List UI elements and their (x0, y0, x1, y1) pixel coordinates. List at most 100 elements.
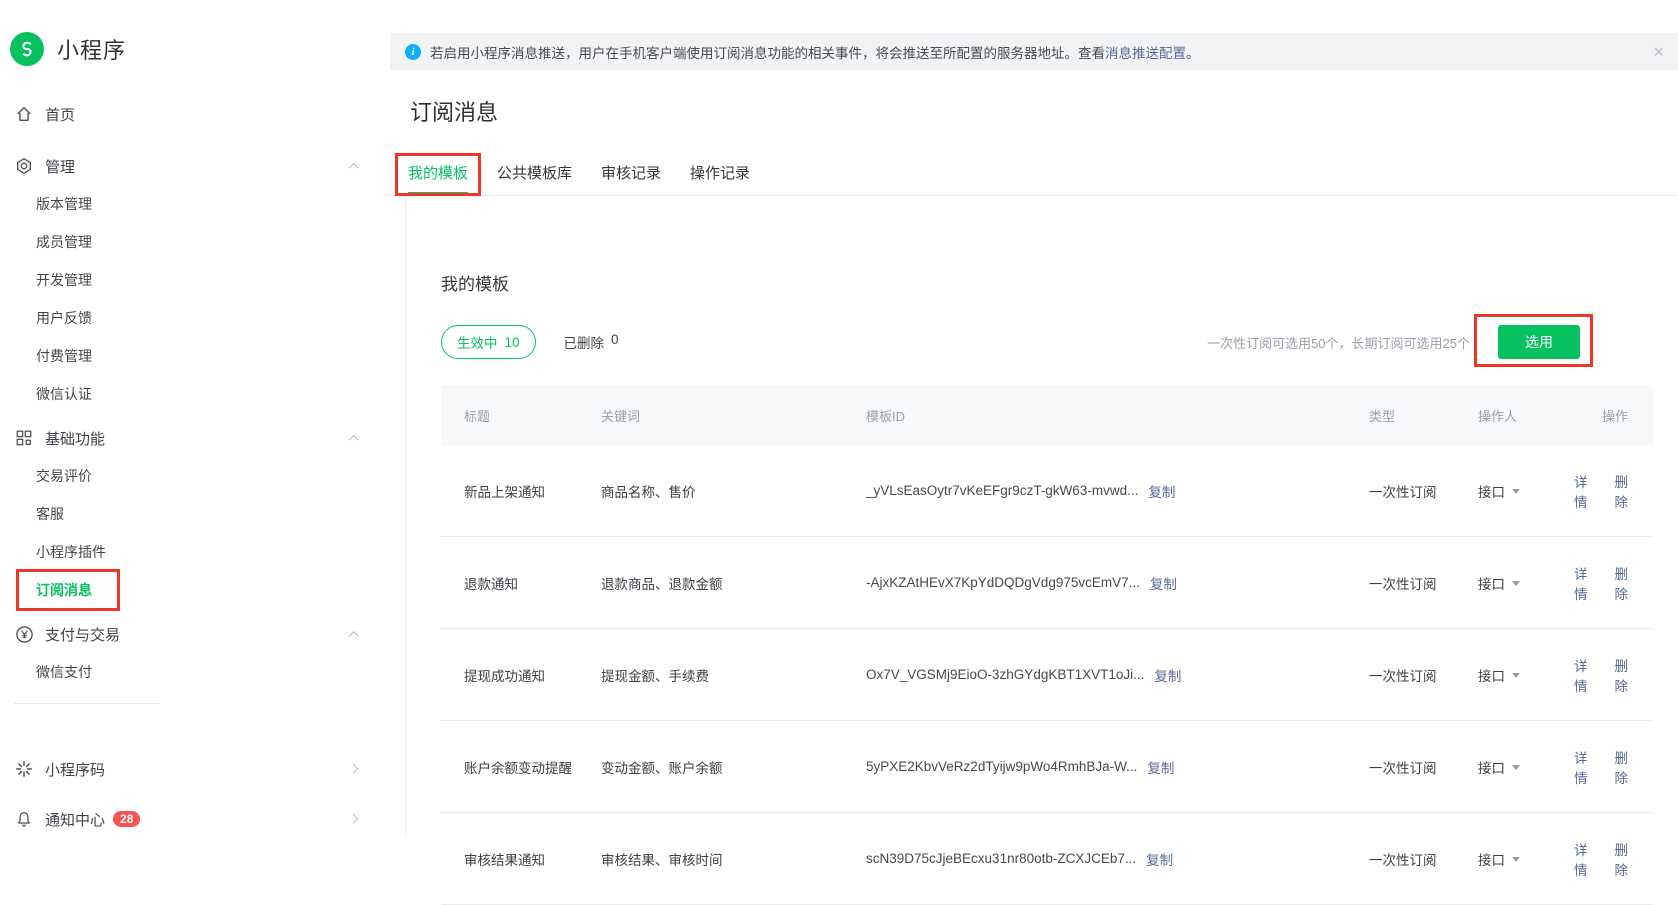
chevron-up-icon (348, 435, 358, 445)
content-panel: 我的模板 生效中 10 已删除 0 一次性订阅可选用50个，长期订阅可选用25个… (405, 196, 1678, 836)
sidebar-divider (14, 703, 160, 704)
tab-operation-records[interactable]: 操作记录 (690, 162, 750, 195)
operator-dropdown[interactable]: 接口 (1478, 573, 1561, 593)
table-row: 账户余额变动提醒 变动金额、账户余额 5yPXE2KbvVeRz2dTyijw9… (441, 721, 1653, 813)
detail-link[interactable]: 详情 (1561, 471, 1588, 511)
header-template-id: 模板ID (866, 406, 1369, 425)
delete-link[interactable]: 删除 (1602, 563, 1629, 603)
chevron-right-icon (348, 814, 358, 824)
sidebar-item-pay-and-trade[interactable]: 支付与交易 (0, 615, 383, 653)
detail-link[interactable]: 详情 (1561, 563, 1588, 603)
select-button[interactable]: 选用 (1498, 325, 1580, 359)
sidebar-item-version-manage[interactable]: 版本管理 (0, 185, 383, 223)
detail-link[interactable]: 详情 (1561, 655, 1588, 695)
detail-link[interactable]: 详情 (1561, 839, 1588, 879)
sidebar-item-subscribe-message[interactable]: 订阅消息 (0, 571, 383, 609)
table-header: 标题 关键词 模板ID 类型 操作人 操作 (441, 385, 1653, 445)
sidebar-item-miniprogram-code[interactable]: 小程序码 (0, 750, 383, 788)
table-row: 提现成功通知 提现金额、手续费 Ox7V_VGSMj9EioO-3zhGYdgK… (441, 629, 1653, 721)
header-type: 类型 (1369, 406, 1478, 425)
template-title: 退款通知 (441, 573, 601, 593)
notification-badge: 28 (113, 811, 140, 827)
template-keywords: 提现金额、手续费 (601, 665, 866, 685)
info-banner: i 若启用小程序消息推送，用户在手机客户端使用订阅消息功能的相关事件，将会推送至… (390, 33, 1678, 70)
copy-link[interactable]: 复制 (1146, 849, 1173, 869)
sidebar-item-customer-service[interactable]: 客服 (0, 495, 383, 533)
operator-dropdown[interactable]: 接口 (1478, 849, 1561, 869)
template-title: 账户余额变动提醒 (441, 757, 601, 777)
sidebar-item-home[interactable]: 首页 (0, 95, 383, 133)
sidebar-item-plugins[interactable]: 小程序插件 (0, 533, 383, 571)
templates-table: 标题 关键词 模板ID 类型 操作人 操作 新品上架通知 商品名称、售价 _yV… (441, 385, 1653, 905)
delete-link[interactable]: 删除 (1602, 839, 1629, 879)
delete-link[interactable]: 删除 (1602, 471, 1629, 511)
chevron-up-icon (348, 631, 358, 641)
delete-link[interactable]: 删除 (1602, 655, 1629, 695)
active-count: 10 (505, 335, 520, 350)
sidebar-item-user-feedback[interactable]: 用户反馈 (0, 299, 383, 337)
copy-link[interactable]: 复制 (1154, 665, 1181, 685)
caret-down-icon (1512, 581, 1520, 586)
template-type: 一次性订阅 (1369, 573, 1478, 593)
header-keywords: 关键词 (601, 406, 866, 425)
sidebar-item-basic-features[interactable]: 基础功能 (0, 419, 383, 457)
table-row: 新品上架通知 商品名称、售价 _yVLsEasOytr7vKeEFgr9czT-… (441, 445, 1653, 537)
copy-link[interactable]: 复制 (1147, 757, 1174, 777)
miniprogram-code-icon (14, 759, 34, 779)
template-id: _yVLsEasOytr7vKeEFgr9czT-gkW63-mvwd... (866, 483, 1138, 498)
quota-note: 一次性订阅可选用50个，长期订阅可选用25个 (1207, 333, 1470, 352)
template-keywords: 退款商品、退款金额 (601, 573, 866, 593)
template-keywords: 商品名称、售价 (601, 481, 866, 501)
tab-my-templates[interactable]: 我的模板 (408, 162, 468, 195)
caret-down-icon (1512, 673, 1520, 678)
home-icon (14, 104, 34, 124)
banner-text: 若启用小程序消息推送，用户在手机客户端使用订阅消息功能的相关事件，将会推送至所配… (430, 42, 1105, 62)
tab-review-records[interactable]: 审核记录 (601, 162, 661, 195)
info-icon: i (405, 44, 421, 60)
copy-link[interactable]: 复制 (1148, 481, 1175, 501)
filter-active-pill[interactable]: 生效中 10 (441, 325, 536, 359)
sidebar-item-wechat-pay[interactable]: 微信支付 (0, 653, 383, 691)
chevron-up-icon (348, 163, 358, 173)
sidebar-item-wechat-verify[interactable]: 微信认证 (0, 375, 383, 413)
template-type: 一次性订阅 (1369, 665, 1478, 685)
table-row: 退款通知 退款商品、退款金额 -AjxKZAtHEvX7KpYdDQDgVdg9… (441, 537, 1653, 629)
chevron-right-icon (348, 764, 358, 774)
operator-dropdown[interactable]: 接口 (1478, 481, 1561, 501)
operator-dropdown[interactable]: 接口 (1478, 665, 1561, 685)
modules-icon (14, 428, 34, 448)
template-id: 5yPXE2KbvVeRz2dTyijw9pWo4RmhBJa-W... (866, 759, 1137, 774)
header-actions: 操作 (1561, 406, 1653, 425)
template-type: 一次性订阅 (1369, 849, 1478, 869)
tab-public-template-library[interactable]: 公共模板库 (497, 162, 572, 195)
sidebar-item-trade-review[interactable]: 交易评价 (0, 457, 383, 495)
sidebar-nav: 首页 管理 版本管理 成员管理 开发管理 用户反馈 付费管理 微信认证 基础功能… (0, 95, 383, 838)
close-icon[interactable]: × (1653, 43, 1664, 61)
sidebar-item-member-manage[interactable]: 成员管理 (0, 223, 383, 261)
filter-row: 生效中 10 已删除 0 一次性订阅可选用50个，长期订阅可选用25个 选用 (441, 325, 1678, 359)
template-title: 审核结果通知 (441, 849, 601, 869)
tab-bar: 我的模板 公共模板库 审核记录 操作记录 (383, 162, 1678, 196)
template-id: scN39D75cJjeBEcxu31nr80otb-ZCXJCEb7... (866, 851, 1136, 866)
copy-link[interactable]: 复制 (1150, 573, 1177, 593)
operator-dropdown[interactable]: 接口 (1478, 757, 1561, 777)
delete-link[interactable]: 删除 (1602, 747, 1629, 787)
caret-down-icon (1512, 765, 1520, 770)
section-title: 我的模板 (441, 270, 1678, 295)
bell-icon (14, 809, 34, 829)
caret-down-icon (1512, 489, 1520, 494)
sidebar-item-manage[interactable]: 管理 (0, 147, 383, 185)
header-operator: 操作人 (1478, 406, 1561, 425)
page-title: 订阅消息 (410, 95, 1678, 127)
settings-icon (14, 156, 34, 176)
filter-deleted[interactable]: 已删除 0 (564, 332, 619, 352)
sidebar-item-notification-center[interactable]: 通知中心 28 (0, 800, 383, 838)
template-keywords: 审核结果、审核时间 (601, 849, 866, 869)
sidebar-item-payment-manage[interactable]: 付费管理 (0, 337, 383, 375)
message-push-config-link[interactable]: 消息推送配置 (1105, 42, 1186, 62)
template-title: 新品上架通知 (441, 481, 601, 501)
caret-down-icon (1512, 857, 1520, 862)
sidebar-item-dev-manage[interactable]: 开发管理 (0, 261, 383, 299)
header-title: 标题 (441, 406, 601, 425)
detail-link[interactable]: 详情 (1561, 747, 1588, 787)
